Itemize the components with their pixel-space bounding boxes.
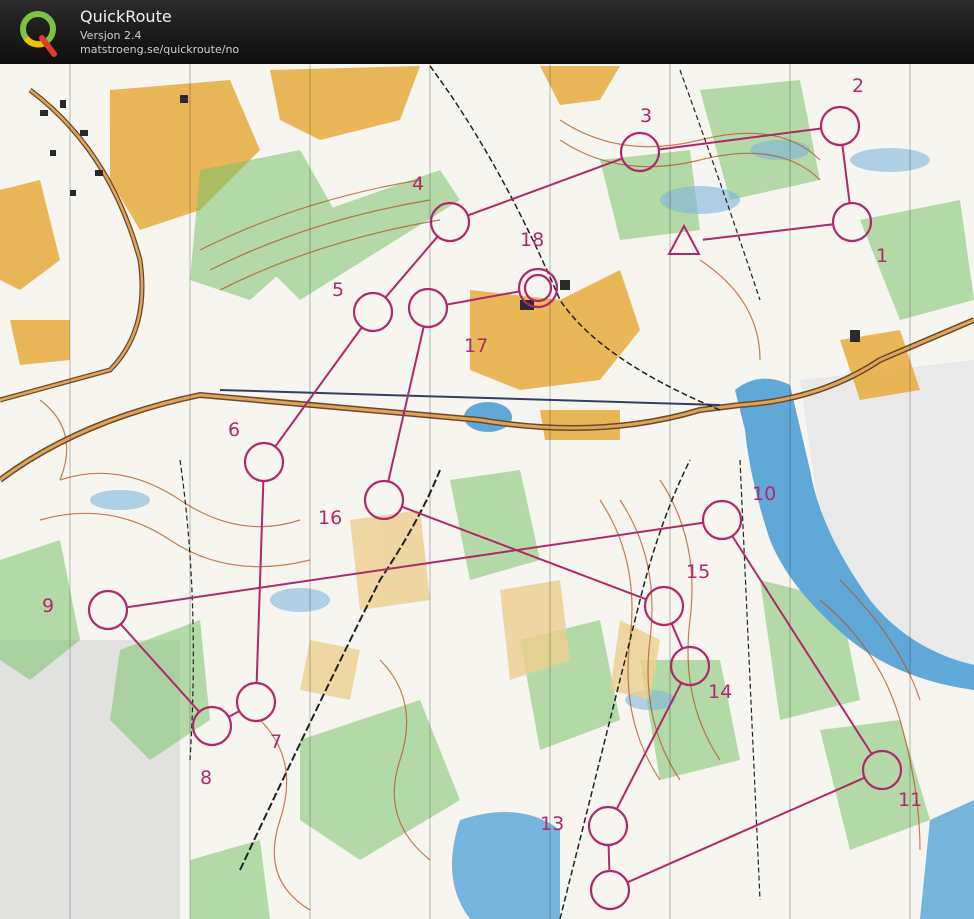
app-title: QuickRoute bbox=[80, 7, 172, 26]
control-label: 16 bbox=[318, 507, 342, 529]
control-label: 8 bbox=[200, 767, 212, 789]
control-label: 3 bbox=[640, 105, 652, 127]
map-canvas[interactable]: 1 2 3 4 5 6 7 8 9 10 11 13 14 15 16 17 18 bbox=[0, 64, 974, 919]
control-label: 2 bbox=[852, 75, 864, 97]
control-label: 17 bbox=[464, 335, 488, 357]
control-label: 14 bbox=[708, 681, 732, 703]
control-label: 15 bbox=[686, 561, 710, 583]
app-version: Versjon 2.4 bbox=[80, 29, 142, 42]
control-label: 1 bbox=[876, 245, 888, 267]
control-label: 13 bbox=[540, 813, 564, 835]
quickroute-logo-icon bbox=[20, 11, 57, 57]
control-label: 6 bbox=[228, 419, 240, 441]
app-header: QuickRoute Versjon 2.4 matstroeng.se/qui… bbox=[0, 0, 974, 64]
control-label: 10 bbox=[752, 483, 776, 505]
app-url[interactable]: matstroeng.se/quickroute/no bbox=[80, 43, 239, 56]
control-label: 4 bbox=[412, 173, 424, 195]
control-label: 11 bbox=[898, 789, 922, 811]
control-label: 5 bbox=[332, 279, 344, 301]
course-leg bbox=[607, 844, 611, 872]
control-label: 18 bbox=[520, 229, 544, 251]
orienteering-map[interactable]: 1 2 3 4 5 6 7 8 9 10 11 13 14 15 16 17 18 bbox=[0, 64, 974, 919]
control-label: 7 bbox=[270, 731, 282, 753]
control-label: 9 bbox=[42, 595, 54, 617]
